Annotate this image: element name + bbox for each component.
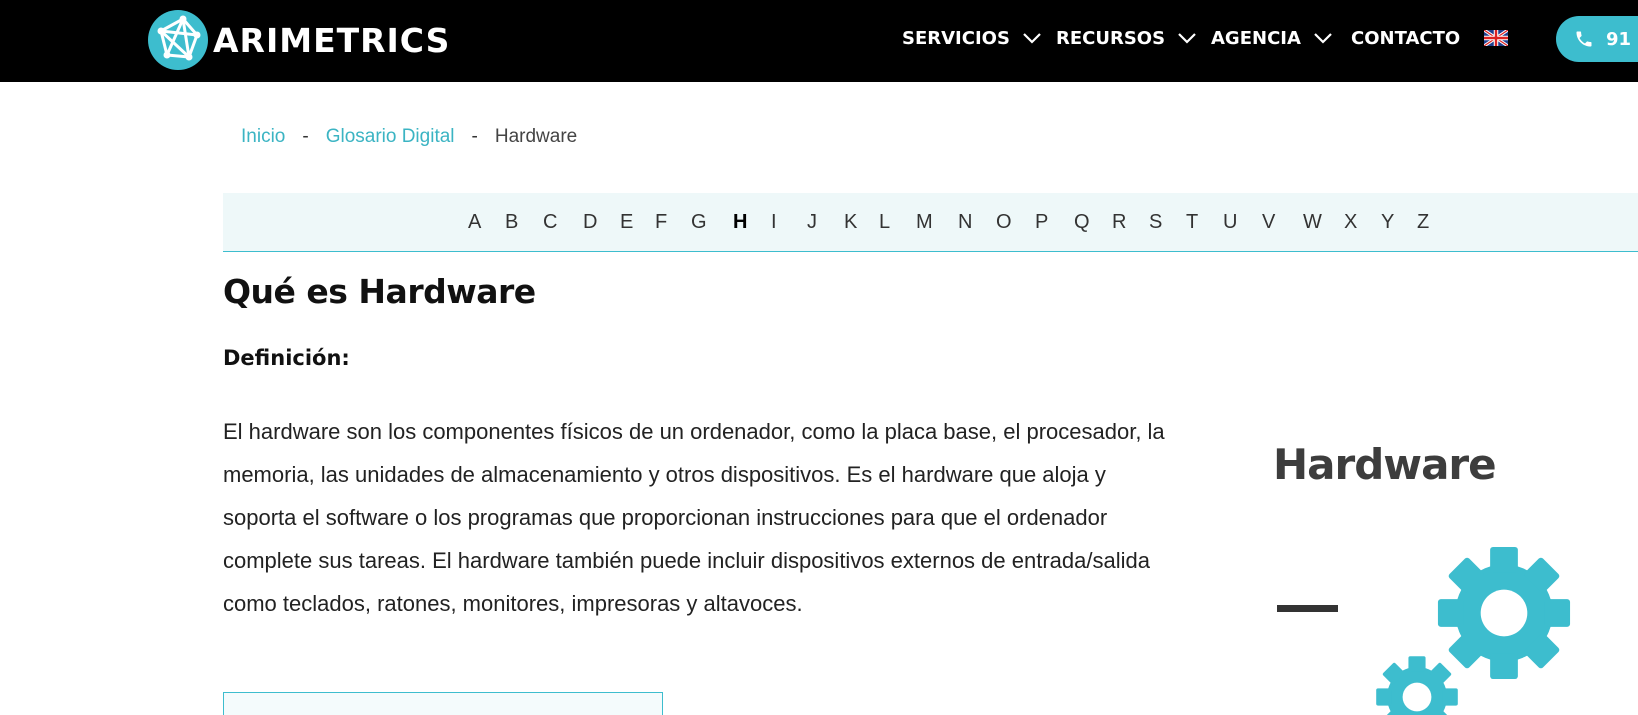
nav-agencia[interactable]: AGENCIA (1211, 27, 1333, 49)
alphabet-letter-j[interactable]: J (807, 211, 817, 234)
site-header: ARIMETRICS SERVICIOS RECURSOS AGENCIA CO… (0, 0, 1638, 82)
alphabet-filter-bar: A B C DEF G H I J KL M N OP QRS T U V WX YZ (223, 193, 1638, 252)
breadcrumb-inicio[interactable]: Inicio (241, 126, 285, 148)
chevron-down-icon (1178, 33, 1196, 44)
alphabet-letter-b[interactable]: B (505, 211, 518, 234)
alphabet-letter-r[interactable]: R (1112, 211, 1126, 234)
page-title: Qué es Hardware (223, 272, 536, 311)
breadcrumb: Inicio - Glosario Digital - Hardware (241, 126, 577, 148)
nav-label: SERVICIOS (902, 27, 1010, 49)
alphabet-letter-k[interactable]: K (844, 211, 857, 234)
definition-text: El hardware son los componentes físicos … (223, 419, 1165, 616)
breadcrumb-separator: - (302, 126, 309, 147)
chevron-down-icon (1314, 33, 1332, 44)
info-box (223, 692, 663, 715)
alphabet-letter-a[interactable]: A (468, 211, 481, 234)
alphabet-letter-q[interactable]: Q (1074, 211, 1090, 234)
alphabet-letter-m[interactable]: M (916, 211, 933, 234)
alphabet-letter-w[interactable]: W (1303, 211, 1322, 234)
alphabet-letter-x[interactable]: X (1344, 211, 1357, 234)
uk-flag-icon[interactable] (1484, 30, 1508, 46)
illustration-dash (1277, 605, 1338, 612)
nav-recursos[interactable]: RECURSOS (1056, 27, 1197, 49)
nav-servicios[interactable]: SERVICIOS (902, 27, 1042, 49)
phone-icon (1576, 31, 1592, 47)
breadcrumb-glosario[interactable]: Glosario Digital (326, 126, 455, 148)
alphabet-letter-h[interactable]: H (733, 211, 747, 234)
alphabet-letter-d[interactable]: D (583, 211, 597, 234)
nav-label: RECURSOS (1056, 27, 1166, 49)
nav-label: CONTACTO (1351, 27, 1461, 49)
breadcrumb-separator: - (471, 126, 478, 147)
alphabet-letter-y[interactable]: Y (1381, 211, 1394, 234)
small-gear-icon (1376, 656, 1458, 715)
alphabet-letter-c[interactable]: C (543, 211, 557, 234)
phone-number: 91 0 (1606, 28, 1638, 50)
logo-text: ARIMETRICS (213, 20, 451, 60)
alphabet-letter-o[interactable]: O (996, 211, 1012, 234)
alphabet-letter-v[interactable]: V (1262, 211, 1275, 234)
logo-network-icon (148, 10, 208, 70)
alphabet-letter-g[interactable]: G (691, 211, 707, 234)
alphabet-letter-z[interactable]: Z (1417, 211, 1429, 234)
phone-button[interactable]: 91 0 (1556, 16, 1638, 62)
alphabet-letter-f[interactable]: F (655, 211, 667, 234)
alphabet-letter-t[interactable]: T (1186, 211, 1198, 234)
illustration-title: Hardware (1273, 440, 1497, 489)
alphabet-letter-e[interactable]: E (620, 211, 633, 234)
alphabet-letter-s[interactable]: S (1149, 211, 1162, 234)
alphabet-letter-i[interactable]: I (771, 211, 777, 234)
nav-label: AGENCIA (1211, 27, 1301, 49)
nav-contacto[interactable]: CONTACTO (1351, 27, 1460, 49)
alphabet-letter-p[interactable]: P (1035, 211, 1048, 234)
alphabet-letter-n[interactable]: N (958, 211, 972, 234)
alphabet-letter-u[interactable]: U (1223, 211, 1237, 234)
breadcrumb-current: Hardware (494, 126, 578, 147)
definition-label: Definición: (223, 346, 350, 370)
logo[interactable]: ARIMETRICS (147, 9, 450, 71)
alphabet-letter-l[interactable]: L (879, 211, 890, 234)
chevron-down-icon (1023, 33, 1041, 44)
